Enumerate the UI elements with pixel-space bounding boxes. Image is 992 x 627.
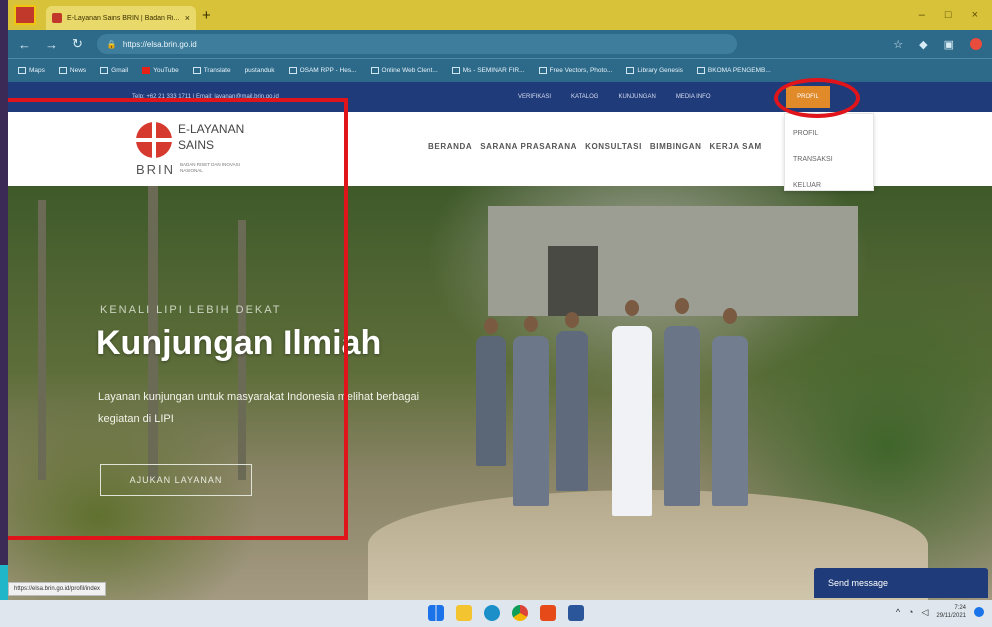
bookmark-item[interactable]: YouTube — [142, 67, 179, 74]
hero-person — [476, 336, 506, 466]
nav-sarana-prasarana[interactable]: SARANA PRASARANA — [480, 142, 577, 151]
bookmark-icon — [288, 67, 297, 74]
nav-beranda[interactable]: BERANDA — [428, 142, 472, 151]
nav-konsultasi[interactable]: KONSULTASI — [585, 142, 642, 151]
dropdown-item-profil[interactable]: PROFIL — [785, 120, 873, 146]
bookmark-item[interactable]: pustanduk — [245, 67, 275, 74]
sidebar-app-icon[interactable] — [14, 5, 36, 25]
bookmark-icon — [370, 67, 379, 74]
topbar-nav-verifikasi[interactable]: VERIFIKASI — [518, 94, 551, 100]
store-icon[interactable] — [568, 605, 584, 621]
clock-time: 7:24 — [954, 605, 966, 611]
hero-building — [488, 206, 858, 316]
edge-icon[interactable] — [484, 605, 500, 621]
wifi-icon[interactable]: ◔ — [908, 607, 913, 617]
tab-favicon-icon — [52, 13, 62, 23]
bookmark-item[interactable]: Ms - SEMINAR FIR... — [451, 67, 525, 74]
address-bar: ← → ↻ 🔒 https://elsa.brin.go.id ☆ ◆ ▣ — [8, 30, 992, 58]
bookmarks-bar: Maps News Gmail YouTube Translate pustan… — [8, 58, 992, 82]
bookmark-item[interactable]: News — [58, 67, 86, 74]
nav-bimbingan[interactable]: BIMBINGAN — [650, 142, 702, 151]
bookmark-icon — [18, 67, 26, 74]
hero-person — [556, 331, 588, 491]
hero-person-head — [675, 298, 689, 314]
hero-person — [712, 336, 748, 506]
browser-tab[interactable]: E-Layanan Sains BRIN | Badan Ri... × — [46, 6, 196, 30]
bookmark-icon — [451, 67, 460, 74]
bookmark-item[interactable]: Free Vectors, Photo... — [538, 67, 612, 74]
clock-date: 29/11/2021 — [936, 613, 966, 619]
tab-title: E-Layanan Sains BRIN | Badan Ri... — [67, 14, 180, 22]
windows-start-icon[interactable] — [428, 605, 444, 621]
bookmark-item[interactable]: Gmail — [100, 67, 128, 74]
chrome-icon[interactable] — [512, 605, 528, 621]
hero-person — [612, 326, 652, 516]
hero-person-head — [723, 308, 737, 324]
minimize-button[interactable]: – — [919, 9, 925, 21]
hero-building-door — [548, 246, 598, 316]
dropdown-item-keluar[interactable]: KELUAR — [785, 172, 873, 198]
volume-icon[interactable]: ◁ — [921, 607, 928, 618]
browser-window: E-Layanan Sains BRIN | Badan Ri... × + –… — [8, 0, 992, 600]
hero-person-head — [625, 300, 639, 316]
back-arrow-icon[interactable]: ← — [18, 37, 31, 52]
profil-dropdown-menu: PROFIL TRANSAKSI KELUAR — [784, 113, 874, 191]
system-tray: ^ ◔ ◁ 7:24 29/11/2021 — [896, 604, 984, 620]
bookmark-item[interactable]: Library Genesis — [626, 67, 683, 74]
hero-person-head — [484, 318, 498, 334]
dropdown-item-transaksi[interactable]: TRANSAKSI — [785, 146, 873, 172]
bookmark-item[interactable]: OSAM RPP - Hes... — [288, 67, 357, 74]
refresh-icon[interactable]: ↻ — [72, 36, 83, 52]
taskbar-icons — [428, 605, 584, 621]
chevron-up-icon[interactable]: ^ — [896, 607, 900, 617]
close-window-button[interactable]: × — [972, 9, 978, 21]
tab-close-icon[interactable]: × — [185, 13, 190, 23]
status-bar-url: https://elsa.brin.go.id/profil/index — [8, 582, 107, 596]
bookmark-icon — [58, 67, 67, 74]
lock-icon: 🔒 — [106, 39, 117, 49]
hero-person-head — [524, 316, 538, 332]
office-icon[interactable] — [540, 605, 556, 621]
topbar-nav-kunjungan[interactable]: KUNJUNGAN — [618, 94, 655, 100]
profile-avatar[interactable] — [970, 37, 982, 50]
browser-toolbar-icons: ☆ ◆ ▣ — [893, 37, 982, 51]
send-message-button[interactable]: Send message — [814, 568, 988, 598]
bookmark-icon — [696, 67, 705, 74]
maximize-button[interactable]: □ — [945, 9, 952, 21]
url-field[interactable]: 🔒 https://elsa.brin.go.id — [96, 34, 737, 54]
bookmark-icon — [100, 67, 109, 74]
taskbar: ^ ◔ ◁ 7:24 29/11/2021 — [0, 600, 992, 627]
collections-icon[interactable]: ▣ — [944, 38, 954, 51]
forward-arrow-icon[interactable]: → — [45, 37, 58, 52]
bookmark-icon — [626, 67, 635, 74]
bookmark-icon — [538, 67, 547, 74]
hero-person — [513, 336, 549, 506]
taskbar-clock[interactable]: 7:24 29/11/2021 — [936, 604, 966, 620]
browser-titlebar: E-Layanan Sains BRIN | Badan Ri... × + –… — [8, 0, 992, 30]
bookmark-icon — [192, 67, 201, 74]
nav-kerja-sama[interactable]: KERJA SAM — [710, 142, 762, 151]
notification-icon[interactable] — [974, 607, 984, 617]
bookmark-item[interactable]: BKOMA PENGEMB... — [696, 67, 771, 74]
topbar-nav-katalog[interactable]: KATALOG — [571, 94, 598, 100]
bookmark-item[interactable]: Translate — [192, 67, 231, 74]
window-controls: – □ × — [919, 9, 992, 21]
main-nav: BERANDA SARANA PRASARANA KONSULTASI BIMB… — [428, 142, 762, 151]
bookmark-item[interactable]: Online Web Clent... — [370, 67, 438, 74]
url-text: https://elsa.brin.go.id — [122, 39, 197, 49]
hero-person — [664, 326, 700, 506]
annotation-red-oval — [774, 78, 860, 118]
extension-icon[interactable]: ◆ — [919, 38, 927, 51]
file-explorer-icon[interactable] — [456, 605, 472, 621]
bookmark-item[interactable]: Maps — [18, 67, 45, 74]
topbar-nav: VERIFIKASI KATALOG KUNJUNGAN MEDIA INFO — [518, 82, 710, 112]
topbar-nav-media-info[interactable]: MEDIA INFO — [676, 94, 711, 100]
star-icon[interactable]: ☆ — [893, 38, 903, 51]
bookmark-icon — [142, 67, 151, 74]
hero-person-head — [565, 312, 579, 328]
new-tab-button[interactable]: + — [202, 7, 211, 24]
annotation-red-rectangle — [8, 98, 348, 540]
